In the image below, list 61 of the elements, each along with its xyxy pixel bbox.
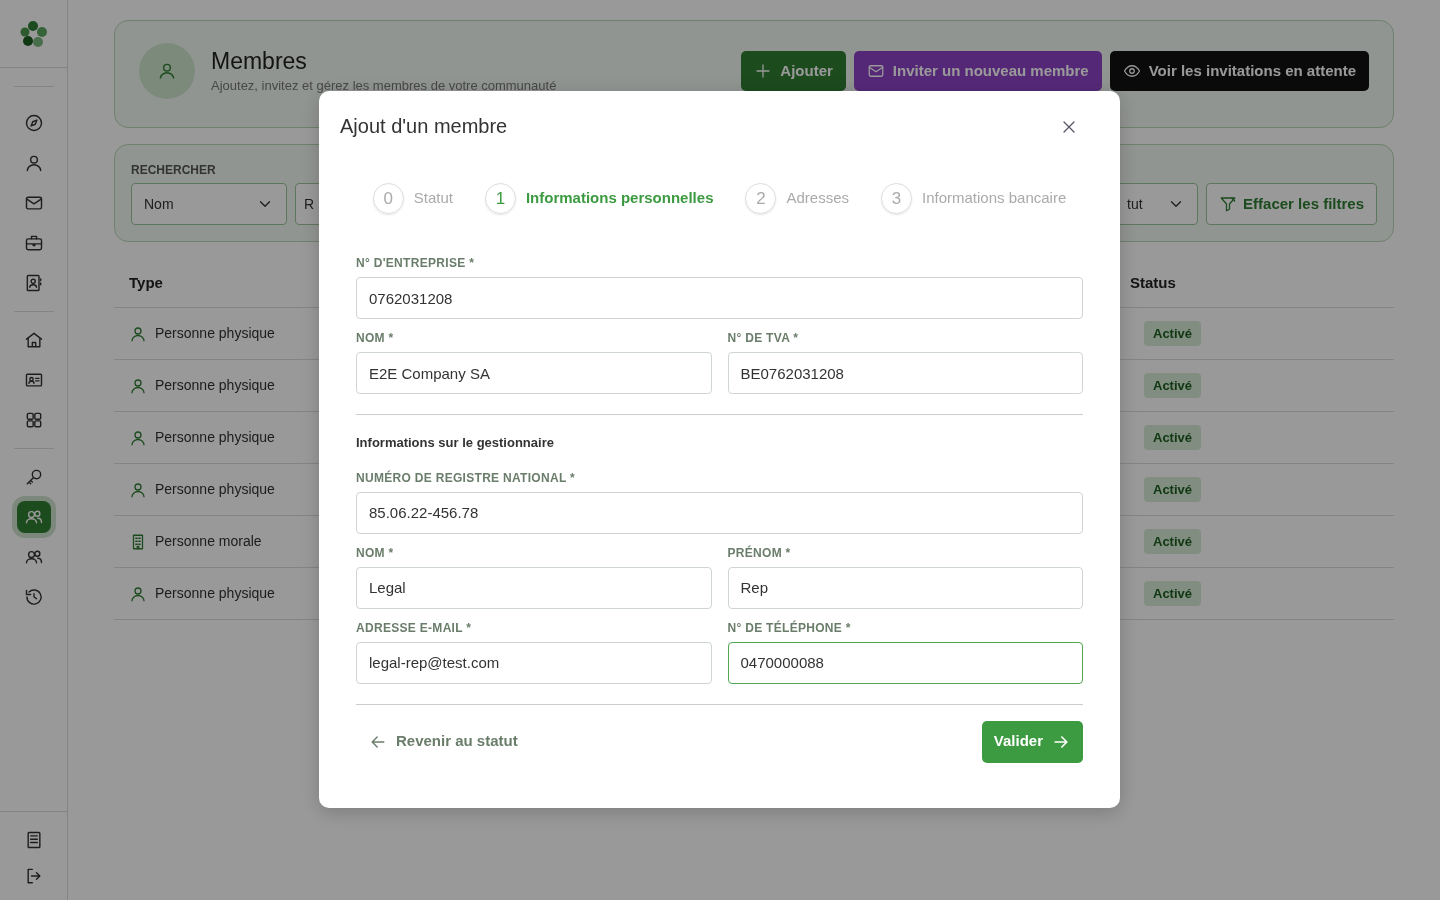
input-field[interactable]: legal-rep@test.com	[356, 641, 712, 684]
person-icon	[129, 480, 147, 499]
field-label: NOM *	[356, 330, 395, 347]
type-text: Personne morale	[155, 532, 262, 551]
page-title: Membres	[211, 49, 308, 75]
users-icon	[23, 507, 44, 527]
field-label: NUMÉRO DE REGISTRE NATIONAL *	[356, 469, 576, 487]
back-link[interactable]: Revenir au statut	[356, 730, 530, 753]
field-label: N° DE TVA *	[727, 330, 800, 347]
person-icon	[129, 584, 147, 603]
type-text: Personne physique	[155, 324, 275, 343]
type-text: Personne physique	[155, 428, 275, 447]
step-tab[interactable]: 1 Informations personnelles	[484, 183, 714, 214]
person-icon	[129, 324, 147, 343]
id-card-icon	[23, 370, 44, 390]
type-text: Personne physique	[155, 584, 275, 603]
users-icon	[23, 547, 44, 567]
input-field[interactable]: 0470000088	[727, 641, 1083, 684]
submit-button[interactable]: Valider	[981, 720, 1083, 763]
mail-icon	[23, 193, 44, 213]
header-button[interactable]: Ajouter	[741, 50, 846, 92]
field-label: PRÉNOM *	[727, 544, 792, 562]
input-field[interactable]: BE0762031208	[727, 352, 1083, 394]
header-button[interactable]: Voir les invitations en attente	[1109, 50, 1369, 92]
section-title: Informations sur le gestionnaire	[356, 434, 555, 452]
input-field[interactable]: 85.06.22-456.78	[356, 491, 1083, 534]
status-badge: Activé	[1144, 476, 1202, 503]
clear-filters-button[interactable]: Effacer les filtres	[1206, 183, 1377, 225]
status-badge: Activé	[1144, 320, 1202, 347]
eye-icon	[1122, 62, 1141, 80]
select-field[interactable]: Nom	[131, 183, 287, 225]
column-header: Type	[129, 273, 163, 294]
avatar-icon	[139, 43, 195, 99]
field-label: ADRESSE E-MAIL *	[356, 619, 473, 637]
field-label: N° DE TÉLÉPHONE *	[727, 619, 852, 637]
filter-label: RECHERCHER	[131, 162, 217, 179]
status-badge: Activé	[1144, 424, 1202, 451]
status-badge: Activé	[1144, 528, 1202, 555]
logo-icon	[19, 19, 48, 48]
status-badge: Activé	[1144, 372, 1202, 399]
status-badge: Activé	[1144, 580, 1202, 607]
column-header: Status	[1130, 273, 1176, 294]
input-field[interactable]: Rep	[727, 566, 1083, 609]
briefcase-icon	[23, 233, 44, 253]
input-field[interactable]: Legal	[356, 566, 712, 609]
input-field[interactable]: 0762031208	[356, 277, 1083, 319]
filter-icon	[1219, 195, 1238, 213]
person-icon	[129, 376, 147, 395]
home-icon	[23, 330, 44, 350]
history-icon	[23, 587, 44, 607]
input-field[interactable]: E2E Company SA	[356, 352, 712, 394]
type-text: Personne physique	[155, 376, 275, 395]
modal-title: Ajout d'un membre	[340, 114, 508, 139]
header-button[interactable]: Inviter un nouveau membre	[853, 50, 1102, 92]
compass-icon	[23, 113, 44, 133]
field-label: N° D'ENTREPRISE *	[356, 255, 476, 272]
mail-icon	[866, 62, 885, 80]
type-text: Personne physique	[155, 480, 275, 499]
field-label: NOM *	[356, 544, 395, 562]
page-subtitle: Ajoutez, invitez et gérez les membres de votre communauté	[211, 78, 557, 93]
person-icon	[129, 428, 147, 447]
